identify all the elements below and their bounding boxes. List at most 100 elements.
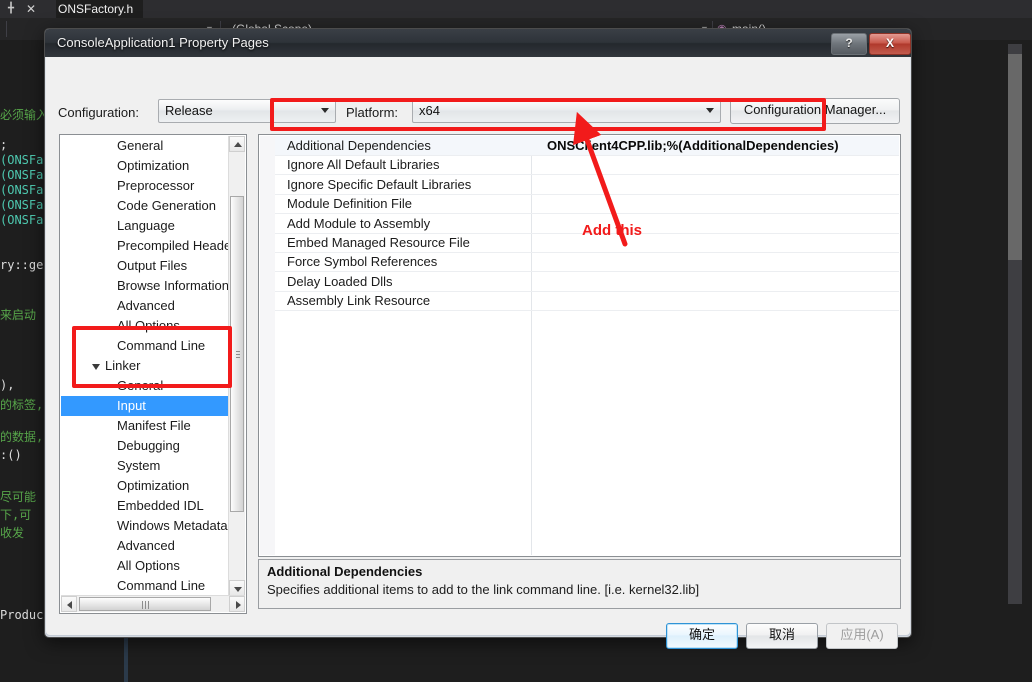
editor-tab-label: ONSFactory.h (58, 2, 134, 16)
scroll-right-button[interactable] (229, 596, 245, 612)
table-row[interactable]: Force Symbol References (275, 252, 899, 273)
description-title: Additional Dependencies (267, 564, 423, 579)
property-name: Additional Dependencies (287, 138, 431, 153)
code-line: (ONSFac (0, 183, 51, 197)
sidebar-item-label: Command Line (117, 578, 206, 593)
property-name: Ignore All Default Libraries (287, 157, 440, 173)
code-line: 来启动 (0, 308, 37, 322)
triangle-down-icon (234, 587, 242, 592)
tree-scroll-thumb[interactable] (230, 196, 244, 512)
sidebar-item-label: Preprocessor (117, 178, 195, 193)
property-grid[interactable]: Additional Dependencies ONSClient4CPP.lib… (258, 134, 901, 557)
highlight-box-additional-dependencies (270, 98, 826, 131)
sidebar-item-label: Optimization (117, 158, 190, 173)
scroll-down-button[interactable] (229, 580, 245, 596)
description-text: Specifies additional items to add to the… (267, 582, 700, 597)
scroll-up-button[interactable] (229, 136, 245, 152)
code-line: (ONSFac (0, 153, 51, 167)
table-row[interactable]: Additional Dependencies ONSClient4CPP.lib… (275, 136, 899, 156)
property-name: Delay Loaded Dlls (287, 273, 393, 289)
sidebar-item-label: Embedded IDL (117, 498, 204, 513)
sidebar-item-label: Windows Metadata (117, 518, 228, 533)
sidebar-item-label: All Options (117, 558, 180, 573)
sidebar-item-code-generation[interactable]: Code Generation (61, 196, 229, 216)
scroll-left-button[interactable] (61, 596, 77, 612)
apply-button[interactable]: 应用(A) (826, 623, 898, 649)
sidebar-item-label: Output Files (117, 258, 188, 273)
code-line: Produce (0, 608, 51, 622)
property-name: Assembly Link Resource (287, 293, 431, 309)
screen-root: ╋ ✕ ONSFactory.h ▼ (Global Scope) ▼ ◉ ma… (0, 0, 1032, 682)
sidebar-item-advanced[interactable]: Advanced (61, 296, 229, 316)
code-line: 下,可 (0, 508, 32, 522)
code-line: 尽可能 (0, 490, 37, 504)
close-window-button[interactable]: X (869, 33, 911, 55)
callout-label: Add this (582, 222, 642, 239)
code-line: ; (0, 138, 8, 152)
sidebar-item-advanced[interactable]: Advanced (61, 536, 229, 556)
sidebar-item-general[interactable]: General (61, 136, 229, 156)
code-line: (ONSFac (0, 213, 51, 227)
table-row[interactable]: Delay Loaded Dlls (275, 272, 899, 292)
tree-horizontal-scrollbar[interactable] (61, 595, 245, 612)
property-name: Embed Managed Resource File (287, 235, 470, 250)
sidebar-item-embedded-idl[interactable]: Embedded IDL (61, 496, 229, 516)
code-line: 的标签, (0, 398, 44, 412)
sidebar-item-label: Advanced (117, 298, 175, 313)
ok-button[interactable]: 确定 (666, 623, 738, 649)
description-pane: Additional Dependencies Specifies additi… (258, 559, 901, 609)
help-button[interactable]: ? (831, 33, 867, 55)
property-name: Force Symbol References (287, 254, 438, 270)
sidebar-item-label: Input (117, 398, 146, 413)
sidebar-item-label: Manifest File (117, 418, 191, 433)
sidebar-item-output-files[interactable]: Output Files (61, 256, 229, 276)
sidebar-item-manifest-file[interactable]: Manifest File (61, 416, 229, 436)
sidebar-item-optimization[interactable]: Optimization (61, 156, 229, 176)
sidebar-item-all-options[interactable]: All Options (61, 556, 229, 576)
dialog-title: ConsoleApplication1 Property Pages (57, 35, 269, 50)
sidebar-item-label: General (117, 138, 164, 153)
editor-scroll-thumb[interactable] (1008, 54, 1022, 260)
editor-tab-onsfactory[interactable]: ONSFactory.h (56, 0, 144, 18)
code-line: :() (0, 448, 22, 462)
sidebar-item-language[interactable]: Language (61, 216, 229, 236)
pin-icon[interactable]: ╋ (8, 1, 14, 17)
sidebar-item-label: Browse Information (117, 278, 229, 293)
table-row[interactable]: Module Definition File (275, 194, 899, 215)
sidebar-item-label: Debugging (117, 438, 180, 453)
sidebar-item-browse-information[interactable]: Browse Information (61, 276, 229, 296)
close-icon[interactable]: ✕ (26, 0, 36, 18)
table-row[interactable]: Assembly Link Resource (275, 291, 899, 312)
table-row[interactable]: Ignore Specific Default Libraries (275, 175, 899, 195)
triangle-right-icon (236, 601, 241, 609)
sidebar-item-precompiled-headers[interactable]: Precompiled Headers (61, 236, 229, 256)
sidebar-item-label: Language (117, 218, 175, 233)
dialog-title-bar[interactable]: ConsoleApplication1 Property Pages ? X (45, 29, 911, 57)
sidebar-item-label: System (117, 458, 161, 473)
sidebar-item-preprocessor[interactable]: Preprocessor (61, 176, 229, 196)
sidebar-item-windows-metadata[interactable]: Windows Metadata (61, 516, 229, 536)
property-name: Module Definition File (287, 196, 413, 212)
sidebar-item-system[interactable]: System (61, 456, 229, 476)
code-line: ry::get (0, 258, 51, 272)
code-line: 的数据, (0, 430, 44, 444)
editor-tab-strip: ╋ ✕ ONSFactory.h (0, 0, 1032, 18)
property-grid-margin (260, 136, 275, 555)
tree-hscroll-thumb[interactable] (79, 597, 211, 611)
cancel-button[interactable]: 取消 (746, 623, 818, 649)
table-row[interactable]: Ignore All Default Libraries (275, 155, 899, 176)
configuration-value: Release (165, 103, 213, 118)
configuration-label: Configuration: (58, 105, 139, 120)
sidebar-item-label: Precompiled Headers (117, 238, 229, 253)
property-value[interactable]: ONSClient4CPP.lib;%(AdditionalDependenci… (547, 136, 839, 155)
property-name: Ignore Specific Default Libraries (287, 176, 472, 192)
code-line: (ONSFac (0, 168, 51, 182)
triangle-left-icon (67, 601, 72, 609)
property-name: Add Module to Assembly (287, 215, 431, 231)
highlight-box-linker-input (72, 326, 232, 388)
sidebar-item-debugging[interactable]: Debugging (61, 436, 229, 456)
code-line: (ONSFac (0, 198, 51, 212)
sidebar-item-input[interactable]: Input (61, 396, 229, 416)
sidebar-item-optimization[interactable]: Optimization (61, 476, 229, 496)
sidebar-item-command-line[interactable]: Command Line (61, 576, 229, 596)
